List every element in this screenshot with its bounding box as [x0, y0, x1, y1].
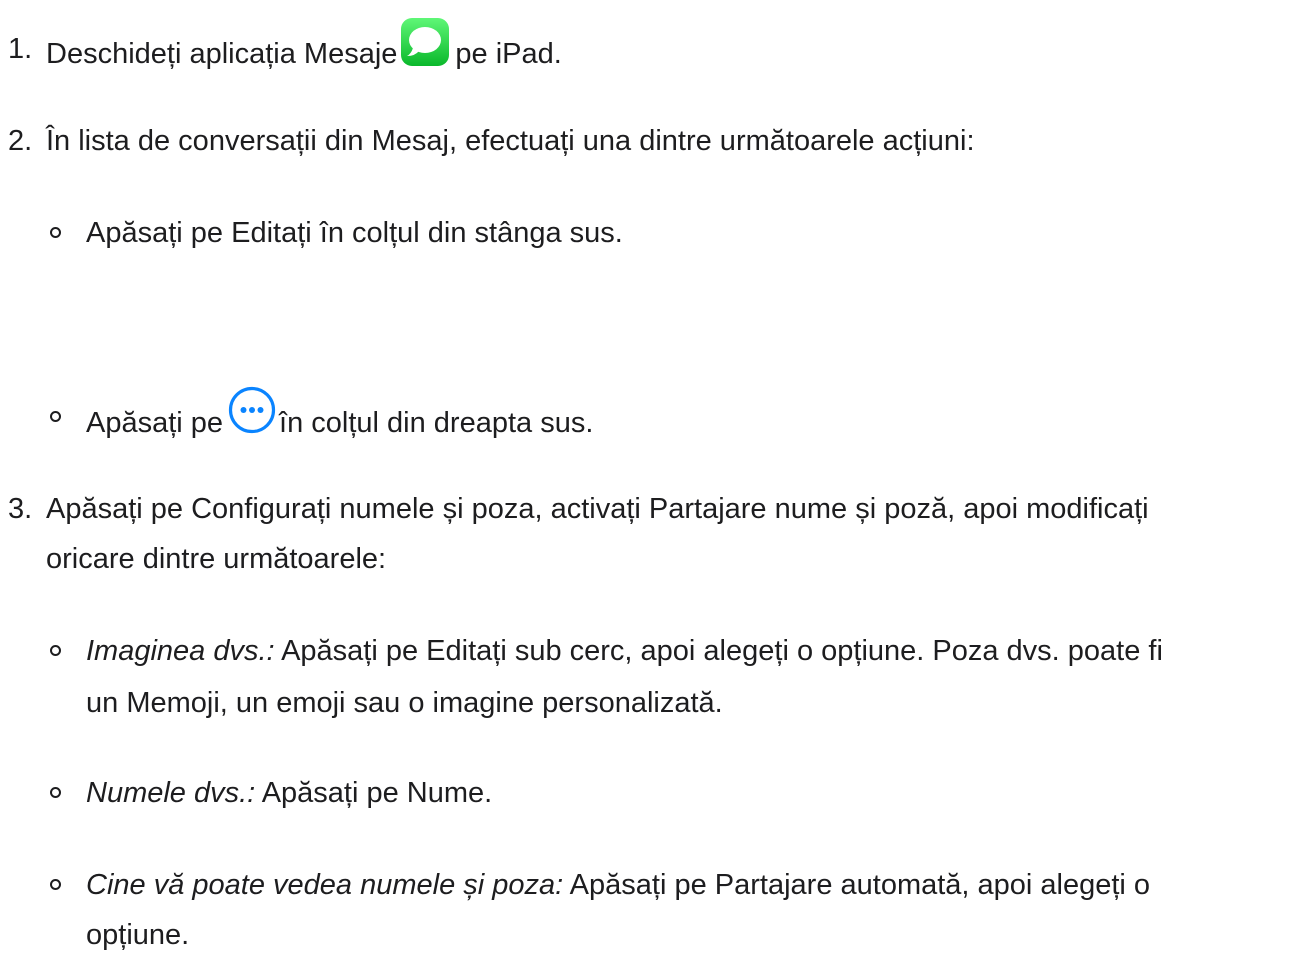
step-3-option-2: Numele dvs.: Apăsați pe Nume.: [86, 767, 492, 819]
step-number: 1.: [8, 33, 33, 65]
bullet: [50, 411, 61, 422]
step-1-text-after: pe iPad.: [455, 38, 562, 71]
option-lead: Numele dvs.:: [86, 777, 256, 809]
bullet: [50, 645, 61, 656]
step-2-option-2: Apăsați pe în colțul din dreapta sus.: [86, 386, 594, 458]
option-text: Apăsați pe Nume.: [261, 777, 493, 809]
bullet: [50, 787, 61, 798]
step-number: 3.: [8, 493, 33, 525]
step-3-option-3-line-2: opțiune.: [86, 919, 190, 951]
step-2-text: În lista de conversații din Mesaj, efect…: [46, 125, 975, 157]
bullet: [50, 227, 61, 238]
option-lead: Cine vă poate vedea numele și poza:: [86, 869, 564, 901]
step-3-option-1-line-1: Imaginea dvs.: Apăsați pe Editați sub ce…: [86, 625, 1163, 677]
step-number: 2.: [8, 125, 33, 157]
option-text: Apăsați pe Partajare automată, apoi aleg…: [569, 869, 1151, 901]
option-text-before: Apăsați pe: [86, 407, 224, 440]
step-3-option-1-line-2: un Memoji, un emoji sau o imagine person…: [86, 687, 723, 719]
step-3-text-line-1: Apăsați pe Configurați numele și poza, a…: [46, 493, 1149, 525]
step-1-text-before: Deschideți aplicația Mesaje: [46, 38, 398, 71]
option-text-after: în colțul din dreapta sus.: [279, 407, 594, 440]
step-1-text: Deschideți aplicația Mesaje pe iPad.: [46, 18, 562, 88]
option-text: Apăsați pe Editați sub cerc, apoi alegeț…: [281, 635, 1163, 667]
step-3-text-line-2: oricare dintre următoarele:: [46, 543, 387, 575]
step-3-option-3-line-1: Cine vă poate vedea numele și poza: Apăs…: [86, 859, 1150, 911]
more-ellipsis-circle-icon: [227, 385, 277, 452]
bullet: [50, 879, 61, 890]
step-2-option-1: Apăsați pe Editați în colțul din stânga …: [86, 217, 623, 249]
messages-app-icon: [401, 18, 450, 83]
option-lead: Imaginea dvs.:: [86, 635, 275, 667]
